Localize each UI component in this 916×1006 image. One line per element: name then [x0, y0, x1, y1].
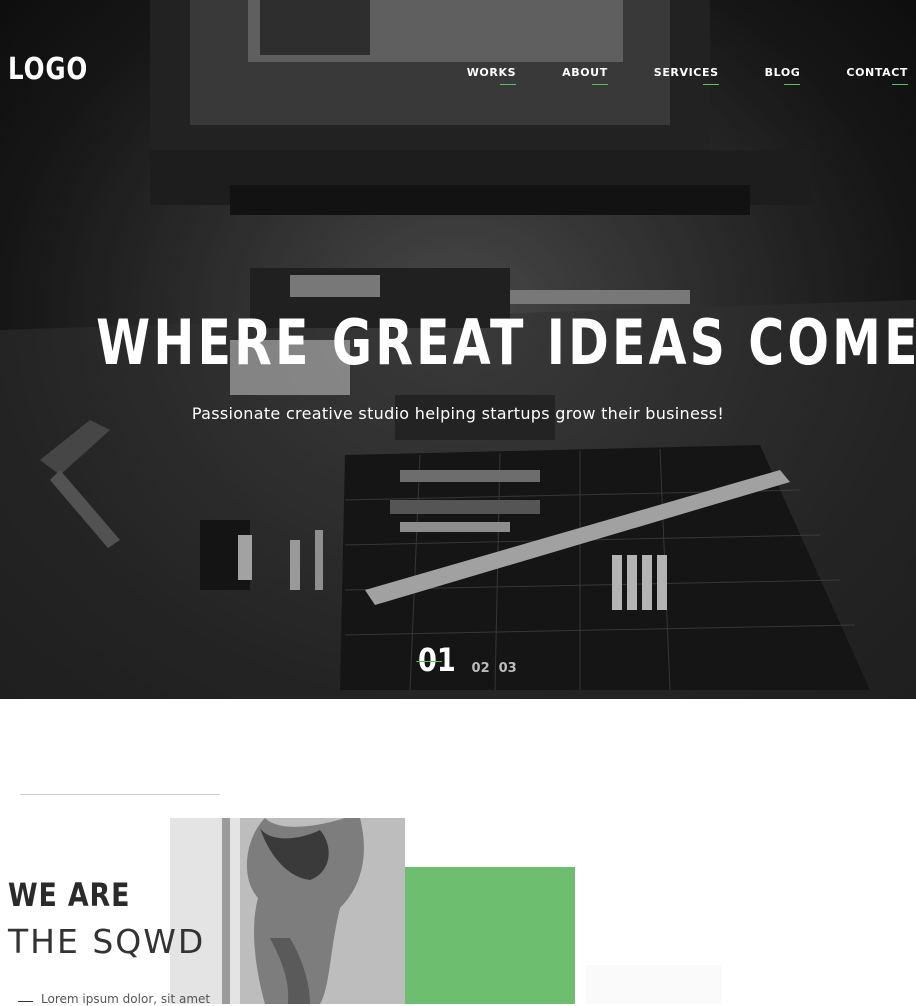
accent-green-block	[405, 867, 575, 1004]
nav-item-contact[interactable]: CONTACT	[846, 66, 908, 85]
slide-pagination: 01 02 03	[416, 641, 517, 679]
nav-underline	[892, 84, 908, 85]
about-title-bold: WE ARE	[8, 876, 131, 914]
nav-label-about: ABOUT	[562, 66, 608, 79]
about-title-light: THE SQWD	[8, 922, 206, 961]
nav-underline	[591, 84, 608, 85]
section-divider	[20, 794, 220, 795]
nav-underline	[702, 84, 719, 85]
nav-label-contact: CONTACT	[846, 66, 908, 79]
hero-section: LOGO WORKS ABOUT SERVICES BLOG CONTACT W…	[0, 0, 916, 699]
hero-headline: WHERE GREAT IDEAS COME TO LIFE	[96, 306, 916, 379]
slide-label-03: 03	[498, 661, 517, 676]
slide-label-01: 01	[418, 641, 456, 679]
portrait-image	[170, 818, 405, 1004]
nav-item-about[interactable]: ABOUT	[562, 66, 608, 85]
nav-label-works: WORKS	[466, 66, 517, 79]
faint-background-block	[585, 965, 722, 1004]
slide-indicator-02[interactable]: 02	[472, 661, 490, 676]
slide-indicator-03[interactable]: 03	[499, 661, 517, 676]
hero-subline: Passionate creative studio helping start…	[191, 404, 725, 423]
nav-label-blog: BLOG	[764, 66, 801, 79]
nav-item-services[interactable]: SERVICES	[654, 66, 719, 85]
slide-indicator-01[interactable]: 01	[416, 641, 456, 679]
nav-item-blog[interactable]: BLOG	[765, 66, 801, 85]
site-logo[interactable]: LOGO	[8, 52, 88, 87]
nav-item-works[interactable]: WORKS	[466, 66, 517, 85]
nav-label-services: SERVICES	[653, 66, 719, 79]
nav-underline	[500, 84, 517, 85]
main-nav: WORKS ABOUT SERVICES BLOG CONTACT	[467, 66, 908, 85]
slide-label-02: 02	[471, 661, 490, 676]
bullet-dash-icon	[18, 1000, 33, 1002]
active-slide-bar	[416, 661, 442, 662]
portrait-photo	[170, 818, 405, 1004]
nav-underline	[784, 84, 801, 85]
